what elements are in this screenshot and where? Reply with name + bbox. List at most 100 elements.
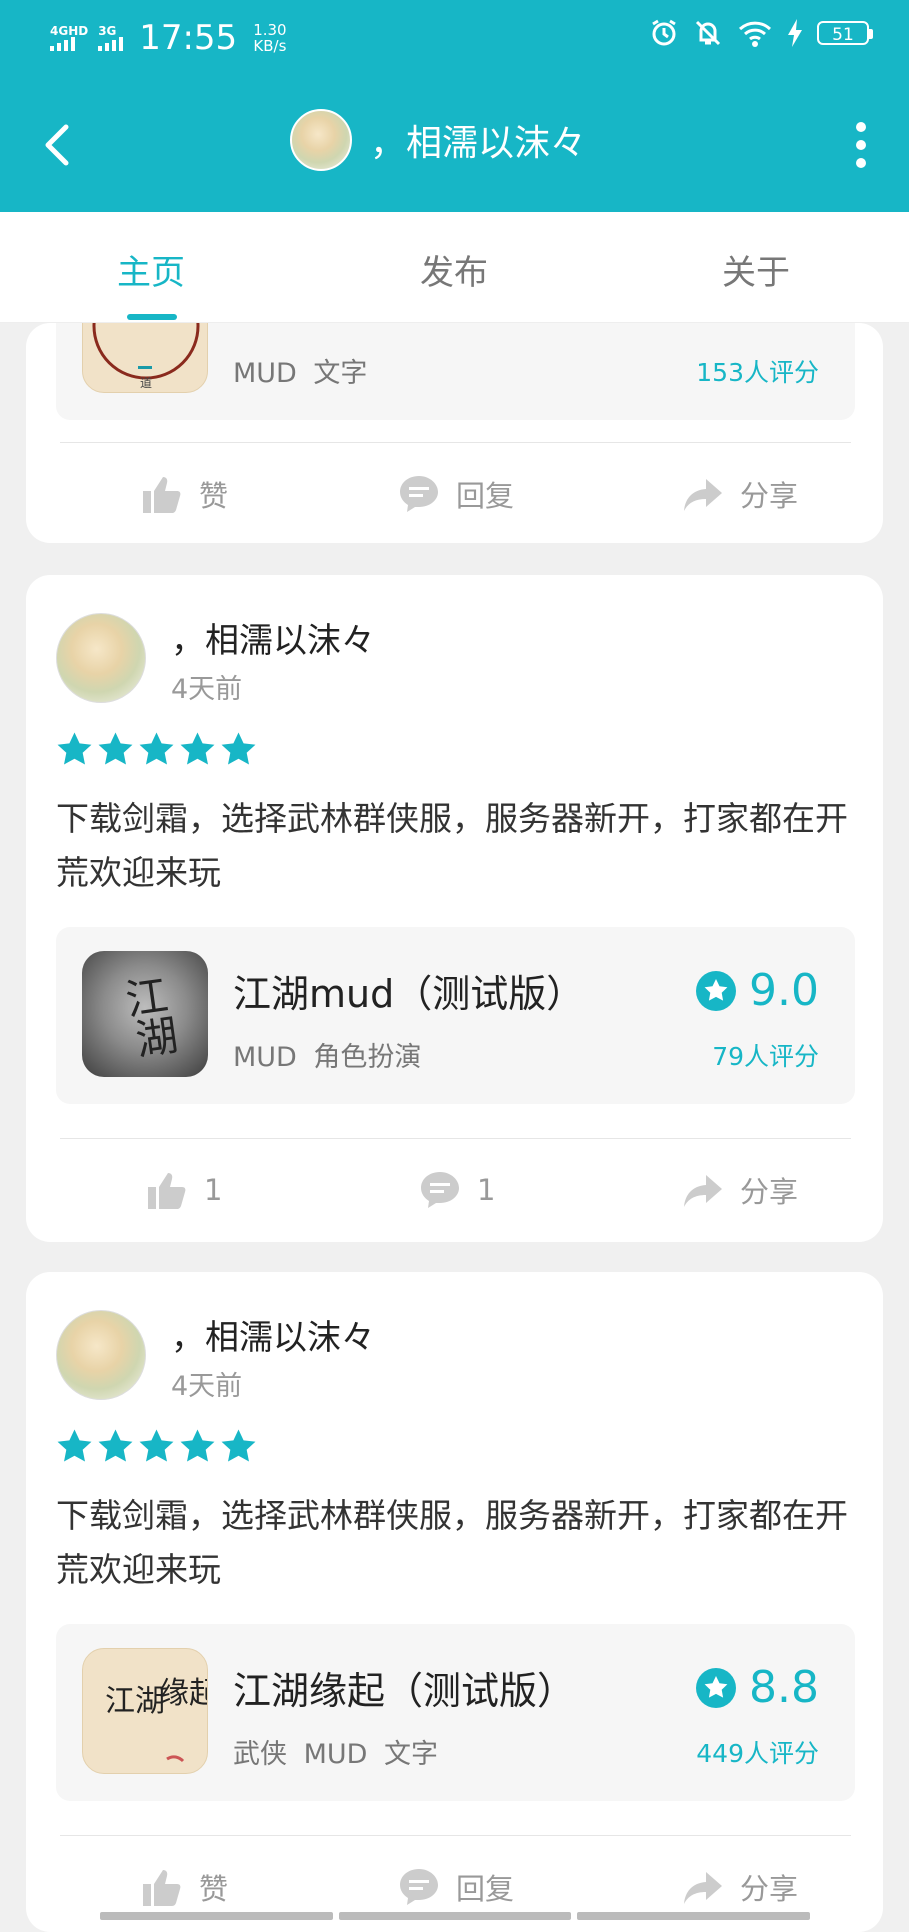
star-icon [139, 1429, 174, 1462]
signal-bars-icon [50, 37, 75, 51]
review-card-partial: 道 MUD 文字 153人评分 赞 回复 分享 [26, 323, 883, 543]
star-icon [180, 1429, 215, 1462]
review-card: ，相濡以沫々 4天前 下载剑霜，选择武林群侠服，服务器新开，打家都在开荒欢迎来玩… [26, 575, 883, 1242]
app-box[interactable]: 缘起 江湖 江湖缘起（测试版） 武侠 MUD 文字 8.8 449人评分 [56, 1624, 855, 1801]
like-label: 赞 [199, 479, 229, 513]
share-arrow-icon [684, 1872, 722, 1904]
post-time: 4天前 [171, 1371, 243, 1402]
signal-3g: 3G [98, 24, 124, 51]
tab-home[interactable]: 主页 [117, 245, 185, 294]
app-icon-text-right: 缘起 [159, 1676, 208, 1711]
review-card: ，相濡以沫々 4天前 下载剑霜，选择武林群侠服，服务器新开，打家都在开荒欢迎来玩… [26, 1272, 883, 1932]
user-name[interactable]: ，相濡以沫々 [171, 613, 375, 662]
reply-button[interactable]: 回复 [398, 473, 514, 515]
svg-text:湖: 湖 [133, 1011, 181, 1065]
network-type-2: 3G [98, 24, 117, 38]
thumbs-up-icon [143, 1870, 181, 1906]
user-name[interactable]: ，相濡以沫々 [171, 1310, 375, 1359]
rating-stars [56, 731, 257, 768]
share-button[interactable]: 分享 [682, 1169, 798, 1211]
battery-icon: 51 [817, 21, 873, 45]
post-time: 4天前 [171, 674, 243, 705]
user-avatar[interactable] [56, 613, 146, 703]
header-title-group: ，相濡以沫々 [290, 109, 586, 171]
status-bar-right: 51 [649, 18, 873, 48]
like-button[interactable]: 赞 [141, 1866, 228, 1908]
comment-icon [400, 1869, 438, 1905]
mute-bell-icon [695, 20, 721, 46]
app-score-value: 8.8 [749, 1662, 819, 1713]
score-star-icon [696, 970, 737, 1011]
divider [60, 442, 851, 443]
rating-stars [56, 1428, 257, 1465]
app-ratings: 79人评分 [712, 1042, 819, 1071]
app-ratings: 449人评分 [696, 1739, 819, 1768]
share-button[interactable]: 分享 [682, 1866, 798, 1908]
app-ratings: 153人评分 [696, 358, 819, 387]
star-icon [139, 732, 174, 765]
svg-text:道: 道 [140, 376, 152, 390]
signal-bars-icon [98, 37, 124, 51]
divider [60, 1138, 851, 1139]
divider [60, 1835, 851, 1836]
app-name: 江湖mud（测试版） [233, 972, 585, 1016]
app-name: 江湖缘起（测试版） [233, 1669, 576, 1713]
app-tags: MUD 文字 [233, 358, 368, 389]
action-bar: 1 1 分享 [26, 1169, 883, 1229]
speed-value: 1.30 [253, 21, 287, 39]
app-icon: 江湖 [82, 951, 208, 1077]
app-bar: ，相濡以沫々 [0, 75, 909, 212]
alarm-icon [652, 19, 676, 46]
like-button[interactable]: 1 [146, 1169, 222, 1211]
star-icon [57, 732, 92, 765]
app-icon: 道 [82, 323, 208, 393]
tab-indicator [127, 314, 177, 320]
review-text: 下载剑霜，选择武林群侠服，服务器新开，打家都在开荒欢迎来玩 [56, 1496, 848, 1589]
speed-unit: KB/s [253, 37, 287, 55]
app-icon-art: 道 [92, 323, 200, 390]
header-avatar[interactable] [290, 109, 352, 171]
user-avatar[interactable] [56, 1310, 146, 1400]
comment-icon [400, 476, 438, 512]
app-icon-text-left: 江湖 [105, 1684, 165, 1719]
tab-bar: 主页 发布 关于 [0, 212, 909, 323]
reply-count: 1 [477, 1173, 496, 1207]
thumbs-up-icon [148, 1173, 186, 1209]
app-score: 9.0 [695, 965, 819, 1016]
like-count: 1 [204, 1173, 223, 1207]
wifi-icon [738, 21, 772, 47]
more-options-icon[interactable] [853, 120, 869, 170]
share-button[interactable]: 分享 [682, 473, 798, 515]
app-box[interactable]: 道 MUD 文字 153人评分 [56, 323, 855, 420]
app-icon-art: 缘起 江湖 [105, 1676, 208, 1763]
share-label: 分享 [740, 1872, 799, 1906]
bottom-bar-hint [100, 1912, 811, 1920]
star-icon [221, 732, 256, 765]
reply-label: 回复 [456, 1872, 515, 1906]
app-score: 8.8 [695, 1662, 819, 1713]
status-bar: 4GHD 3G 17:55 1.30 KB/s 51 [0, 0, 909, 75]
comment-icon [421, 1172, 459, 1208]
app-icon-art: 江湖 [123, 971, 181, 1065]
network-speed: 1.30 KB/s [253, 22, 286, 54]
reply-label: 回复 [456, 479, 515, 513]
app-tags: MUD 角色扮演 [233, 1042, 422, 1073]
thumbs-up-icon [143, 477, 181, 513]
reply-button[interactable]: 1 [419, 1169, 495, 1211]
star-icon [98, 1429, 133, 1462]
share-arrow-icon [684, 1175, 722, 1207]
share-arrow-icon [684, 479, 722, 511]
tab-publish[interactable]: 发布 [420, 245, 488, 294]
app-tags: 武侠 MUD 文字 [233, 1739, 439, 1770]
action-bar: 赞 回复 分享 [26, 473, 883, 533]
back-arrow-icon[interactable] [36, 115, 86, 175]
tab-about[interactable]: 关于 [722, 245, 790, 294]
network-type-1: 4GHD [50, 24, 89, 38]
like-label: 赞 [199, 1872, 229, 1906]
status-bar-left: 4GHD 3G 17:55 1.30 KB/s [50, 18, 287, 58]
like-button[interactable]: 赞 [141, 473, 228, 515]
charging-icon [788, 19, 802, 47]
review-text: 下载剑霜，选择武林群侠服，服务器新开，打家都在开荒欢迎来玩 [56, 799, 848, 892]
reply-button[interactable]: 回复 [398, 1866, 514, 1908]
app-box[interactable]: 江湖 江湖mud（测试版） MUD 角色扮演 9.0 79人评分 [56, 927, 855, 1104]
